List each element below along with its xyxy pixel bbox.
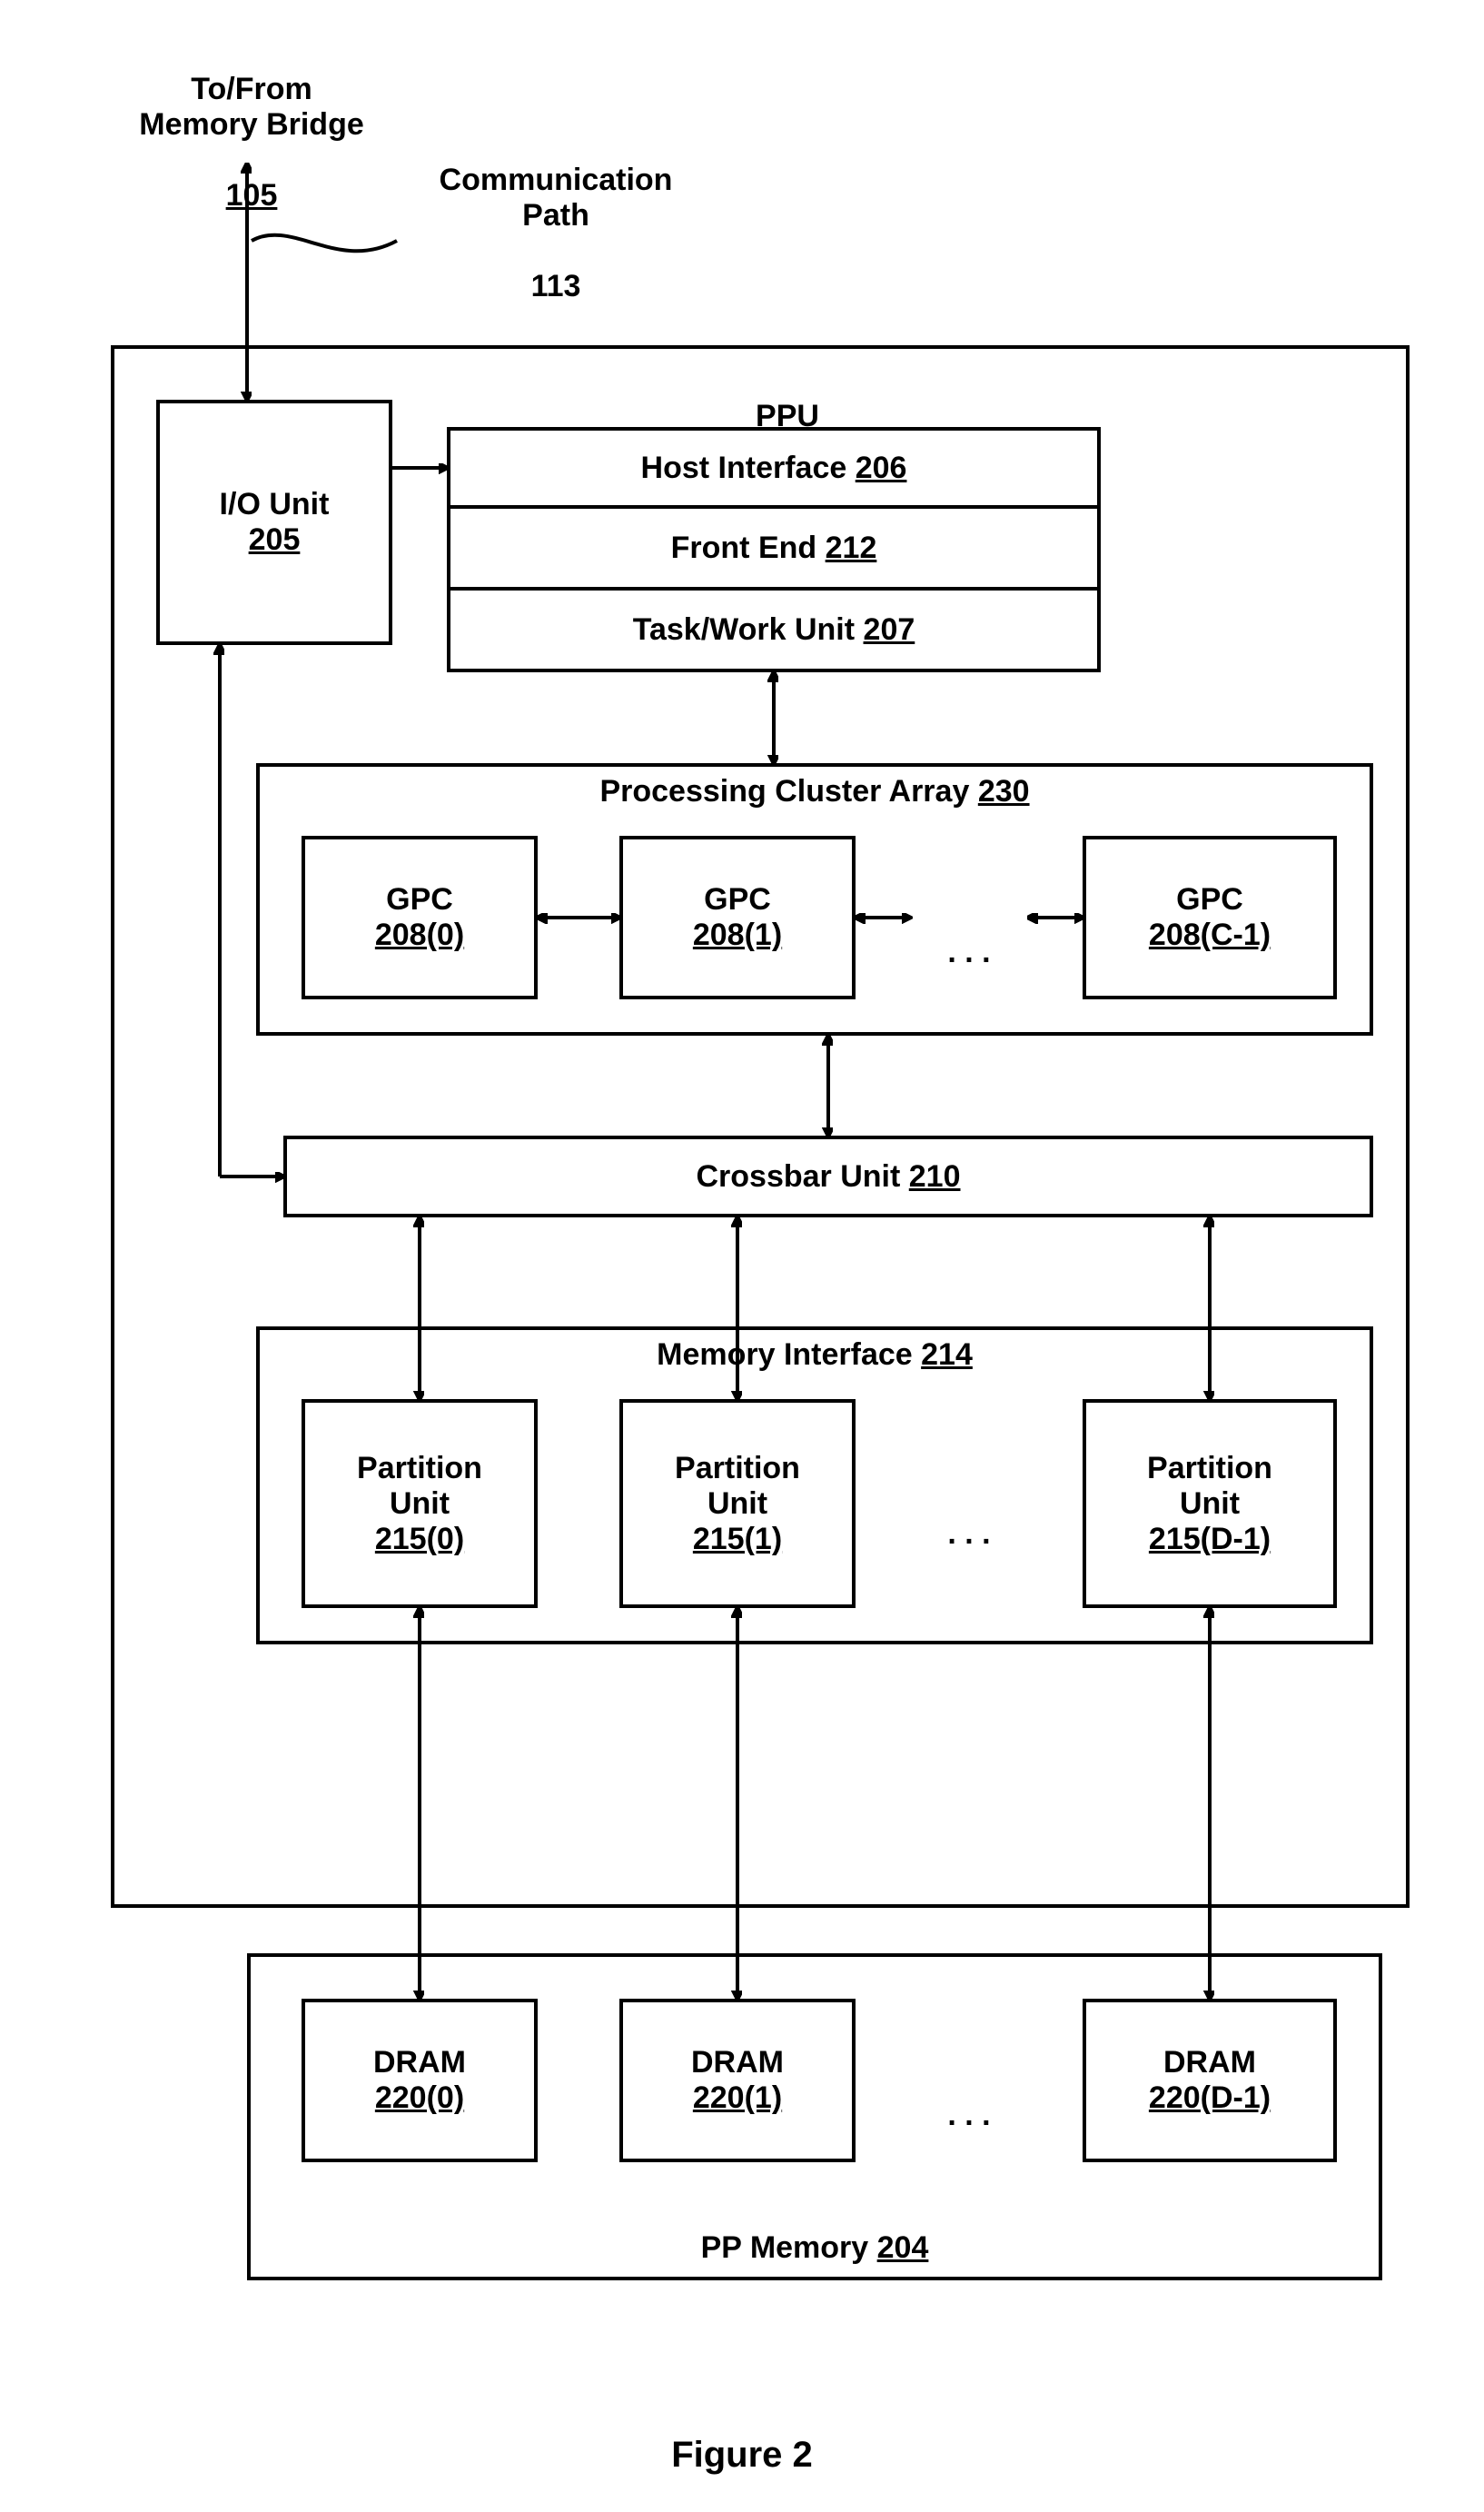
- figure-caption: Figure 2: [36, 2435, 1448, 2476]
- dram-0-box: DRAM 220(0): [302, 1999, 538, 2162]
- gpc-c1-num: 208(C-1): [1149, 918, 1271, 953]
- io-unit-box: I/O Unit 205: [156, 400, 392, 645]
- partition-0-num: 215(0): [375, 1522, 464, 1557]
- io-unit-name: I/O Unit: [220, 487, 330, 522]
- pp-memory-num: 204: [877, 2230, 929, 2265]
- pca-num: 230: [978, 774, 1030, 809]
- crossbar-name: Crossbar Unit: [696, 1159, 900, 1194]
- host-interface-box: Host Interface 206: [447, 427, 1101, 509]
- front-end-name: Front End: [671, 531, 817, 565]
- dram-1-box: DRAM 220(1): [619, 1999, 856, 2162]
- partition-d1-box: Partition Unit 215(D-1): [1083, 1399, 1337, 1608]
- gpc-ellipsis: . . .: [915, 899, 1024, 970]
- pp-memory-name: PP Memory: [701, 2230, 869, 2265]
- pca-name: Processing Cluster Array: [599, 774, 969, 809]
- task-work-unit-box: Task/Work Unit 207: [447, 591, 1101, 672]
- partition-0-name: Partition Unit: [357, 1451, 482, 1522]
- partition-1-name: Partition Unit: [675, 1451, 800, 1522]
- gpc-0-box: GPC 208(0): [302, 836, 538, 999]
- memory-bridge-label: To/From Memory Bridge 105: [93, 36, 411, 213]
- front-end-box: Front End 212: [447, 509, 1101, 591]
- memory-bridge-num: 105: [226, 178, 278, 213]
- partition-1-num: 215(1): [693, 1522, 782, 1557]
- partition-d1-num: 215(D-1): [1149, 1522, 1271, 1557]
- partition-0-box: Partition Unit 215(0): [302, 1399, 538, 1608]
- gpc-c1-name: GPC: [1176, 882, 1243, 918]
- gpc-1-name: GPC: [704, 882, 771, 918]
- comm-path-label: Communication Path 113: [401, 127, 710, 304]
- task-work-unit-num: 207: [864, 612, 915, 647]
- comm-path-num: 113: [531, 269, 581, 303]
- gpc-1-box: GPC 208(1): [619, 836, 856, 999]
- dram-d1-name: DRAM: [1163, 2045, 1256, 2080]
- dram-1-num: 220(1): [693, 2080, 782, 2116]
- crossbar-box: Crossbar Unit 210: [283, 1136, 1373, 1217]
- dram-0-name: DRAM: [373, 2045, 466, 2080]
- dram-0-num: 220(0): [375, 2080, 464, 2116]
- crossbar-num: 210: [909, 1159, 961, 1194]
- dram-d1-box: DRAM 220(D-1): [1083, 1999, 1337, 2162]
- partition-1-box: Partition Unit 215(1): [619, 1399, 856, 1608]
- dram-ellipsis: . . .: [915, 2062, 1024, 2133]
- host-interface-name: Host Interface: [641, 451, 847, 485]
- comm-path-text: Communication Path: [440, 163, 673, 233]
- memory-bridge-text: To/From Memory Bridge: [139, 72, 364, 142]
- diagram-root: To/From Memory Bridge 105 Communication …: [38, 36, 1446, 2398]
- gpc-0-name: GPC: [386, 882, 453, 918]
- task-work-unit-name: Task/Work Unit: [633, 612, 855, 647]
- dram-d1-num: 220(D-1): [1149, 2080, 1271, 2116]
- partition-d1-name: Partition Unit: [1147, 1451, 1272, 1522]
- mem-if-num: 214: [921, 1337, 973, 1372]
- host-interface-num: 206: [856, 451, 907, 485]
- dram-1-name: DRAM: [691, 2045, 784, 2080]
- partition-ellipsis: . . .: [915, 1481, 1024, 1552]
- gpc-1-num: 208(1): [693, 918, 782, 953]
- io-unit-num: 205: [249, 522, 301, 558]
- gpc-0-num: 208(0): [375, 918, 464, 953]
- gpc-c1-box: GPC 208(C-1): [1083, 836, 1337, 999]
- front-end-num: 212: [826, 531, 877, 565]
- mem-if-name: Memory Interface: [657, 1337, 913, 1372]
